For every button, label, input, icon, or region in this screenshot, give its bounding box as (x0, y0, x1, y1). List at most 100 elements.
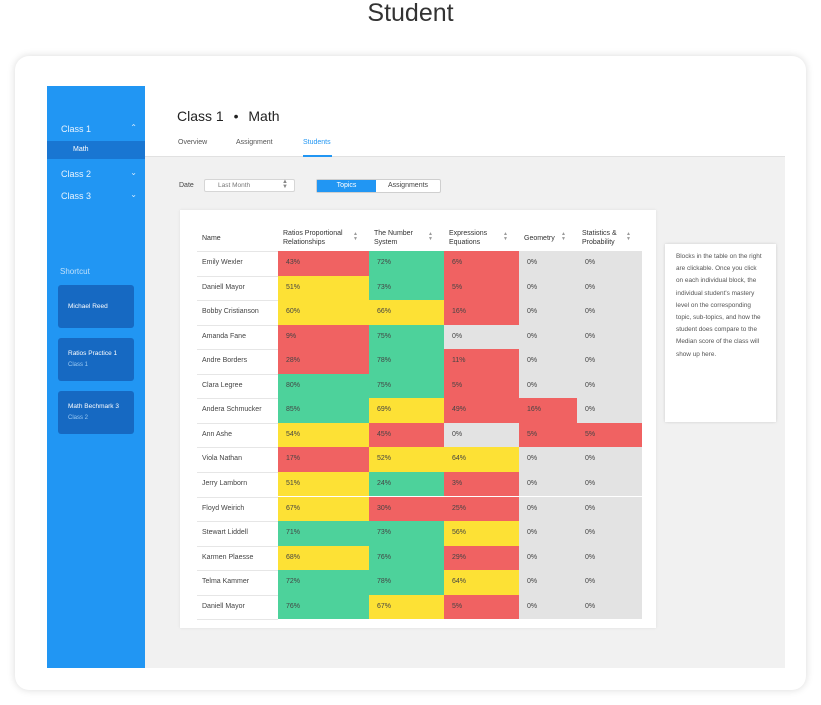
mastery-cell[interactable]: 5% (444, 275, 519, 301)
mastery-cell[interactable]: 25% (444, 496, 519, 522)
mastery-cell[interactable]: 76% (369, 545, 444, 571)
mastery-cell[interactable]: 16% (519, 398, 577, 423)
mastery-cell[interactable]: 0% (519, 471, 577, 497)
mastery-cell[interactable]: 64% (444, 447, 519, 472)
mastery-cell[interactable]: 0% (577, 570, 642, 595)
mastery-cell[interactable]: 64% (444, 570, 519, 595)
sidebar-item-class-2[interactable]: Class 2 ⌄ (47, 166, 145, 182)
mastery-cell[interactable]: 17% (278, 447, 369, 472)
mastery-cell[interactable]: 5% (444, 594, 519, 620)
mastery-cell[interactable]: 71% (278, 521, 369, 546)
mastery-cell[interactable]: 0% (577, 275, 642, 301)
mastery-cell[interactable]: 0% (444, 422, 519, 448)
mastery-cell[interactable]: 0% (577, 300, 642, 325)
mastery-cell[interactable]: 0% (577, 496, 642, 522)
mastery-cell[interactable]: 73% (369, 521, 444, 546)
mastery-cell[interactable]: 49% (444, 398, 519, 423)
sidebar-item-class-1[interactable]: Class 1 ⌃ (47, 121, 145, 137)
mastery-cell[interactable]: 5% (577, 422, 642, 448)
mastery-cell[interactable]: 78% (369, 349, 444, 374)
mastery-cell[interactable]: 75% (369, 373, 444, 399)
mastery-cell[interactable]: 69% (369, 398, 444, 423)
mastery-cell[interactable]: 5% (444, 373, 519, 399)
mastery-cell[interactable]: 0% (519, 275, 577, 301)
mastery-cell[interactable]: 0% (444, 324, 519, 350)
mastery-cell[interactable]: 0% (519, 349, 577, 374)
mastery-cell[interactable]: 67% (278, 496, 369, 522)
tab-students[interactable]: Students (303, 139, 331, 146)
mastery-cell[interactable]: 78% (369, 570, 444, 595)
mastery-cell[interactable]: 0% (577, 398, 642, 423)
mastery-cell[interactable]: 0% (519, 447, 577, 472)
toggle-topics[interactable]: Topics (317, 180, 376, 192)
mastery-cell[interactable]: 16% (444, 300, 519, 325)
mastery-cell[interactable]: 29% (444, 545, 519, 571)
date-select[interactable]: Last Month ▲ ▼ (204, 179, 295, 192)
sort-icon[interactable]: ▲ ▼ (561, 232, 566, 242)
mastery-cell[interactable]: 0% (519, 594, 577, 620)
mastery-cell[interactable]: 0% (577, 594, 642, 620)
mastery-cell[interactable]: 72% (278, 570, 369, 595)
mastery-cell[interactable]: 60% (278, 300, 369, 325)
mastery-cell[interactable]: 43% (278, 251, 369, 276)
column-header-name[interactable]: Name (197, 223, 278, 251)
mastery-cell[interactable]: 66% (369, 300, 444, 325)
sidebar-subitem-math[interactable]: Math (47, 141, 145, 159)
mastery-cell[interactable]: 0% (577, 349, 642, 374)
tab-assignment[interactable]: Assignment (236, 139, 273, 146)
sort-icon[interactable]: ▲ ▼ (626, 232, 631, 242)
mastery-cell[interactable]: 0% (519, 300, 577, 325)
mastery-cell[interactable]: 0% (577, 373, 642, 399)
toggle-assignments[interactable]: Assignments (376, 180, 440, 192)
mastery-cell[interactable]: 11% (444, 349, 519, 374)
mastery-cell[interactable]: 0% (577, 521, 642, 546)
column-header[interactable]: The Number System ▲ ▼ (369, 223, 444, 251)
sort-icon[interactable]: ▲ ▼ (353, 232, 358, 242)
sidebar-item-label: Class 2 (61, 169, 92, 179)
mastery-cell[interactable]: 24% (369, 471, 444, 497)
mastery-cell[interactable]: 56% (444, 521, 519, 546)
mastery-cell[interactable]: 52% (369, 447, 444, 472)
mastery-cell[interactable]: 85% (278, 398, 369, 423)
mastery-cell[interactable]: 54% (278, 422, 369, 448)
mastery-cell[interactable]: 0% (519, 251, 577, 276)
mastery-cell[interactable]: 68% (278, 545, 369, 571)
column-header[interactable]: Expressions Equations ▲ ▼ (444, 223, 519, 251)
mastery-cell[interactable]: 0% (519, 570, 577, 595)
sort-icon[interactable]: ▲ ▼ (503, 232, 508, 242)
sort-icon[interactable]: ▲ ▼ (428, 232, 433, 242)
shortcut-card-student[interactable]: Michael Reed (58, 285, 134, 328)
mastery-cell[interactable]: 0% (577, 545, 642, 571)
mastery-cell[interactable]: 76% (278, 594, 369, 620)
mastery-cell[interactable]: 72% (369, 251, 444, 276)
mastery-cell[interactable]: 0% (519, 496, 577, 522)
mastery-cell[interactable]: 75% (369, 324, 444, 350)
shortcut-card-math-benchmark[interactable]: Math Bechmark 3 Class 2 (58, 391, 134, 434)
mastery-cell[interactable]: 0% (519, 521, 577, 546)
mastery-cell[interactable]: 45% (369, 422, 444, 448)
mastery-cell[interactable]: 0% (519, 373, 577, 399)
sidebar-item-class-3[interactable]: Class 3 ⌄ (47, 188, 145, 204)
mastery-cell[interactable]: 5% (519, 422, 577, 448)
mastery-cell[interactable]: 73% (369, 275, 444, 301)
mastery-cell[interactable]: 0% (577, 251, 642, 276)
mastery-cell[interactable]: 0% (519, 324, 577, 350)
mastery-cell[interactable]: 80% (278, 373, 369, 399)
tab-overview[interactable]: Overview (178, 139, 207, 146)
mastery-cell[interactable]: 28% (278, 349, 369, 374)
mastery-cell[interactable]: 0% (577, 471, 642, 497)
mastery-cell[interactable]: 30% (369, 496, 444, 522)
mastery-cell[interactable]: 51% (278, 275, 369, 301)
mastery-cell[interactable]: 51% (278, 471, 369, 497)
mastery-cell[interactable]: 67% (369, 594, 444, 620)
mastery-cell[interactable]: 0% (577, 447, 642, 472)
mastery-cell[interactable]: 3% (444, 471, 519, 497)
column-header[interactable]: Ratios Proportional Relationships ▲ ▼ (278, 223, 369, 251)
mastery-cell[interactable]: 0% (519, 545, 577, 571)
mastery-cell[interactable]: 9% (278, 324, 369, 350)
column-header[interactable]: Statistics & Probability ▲ ▼ (577, 223, 642, 251)
mastery-cell[interactable]: 0% (577, 324, 642, 350)
shortcut-card-ratios-practice[interactable]: Ratios Practice 1 Class 1 (58, 338, 134, 381)
column-header[interactable]: Geometry ▲ ▼ (519, 223, 577, 251)
mastery-cell[interactable]: 6% (444, 251, 519, 276)
